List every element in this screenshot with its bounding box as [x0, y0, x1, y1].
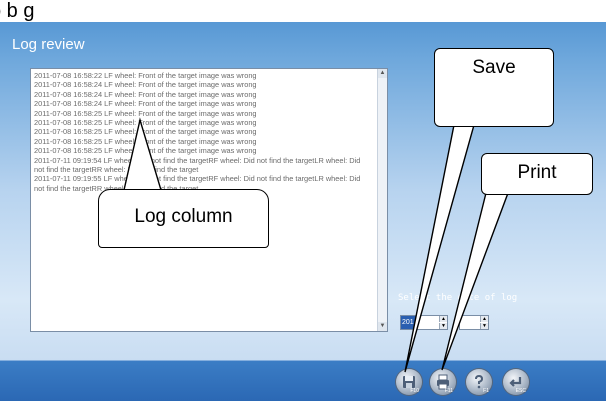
log-column-pointer	[123, 117, 162, 191]
log-column-callout: Log column	[98, 189, 269, 248]
save-pointer	[404, 124, 475, 373]
save-callout: Save	[434, 48, 554, 127]
print-callout: Print	[481, 153, 593, 195]
print-pointer	[441, 192, 510, 371]
